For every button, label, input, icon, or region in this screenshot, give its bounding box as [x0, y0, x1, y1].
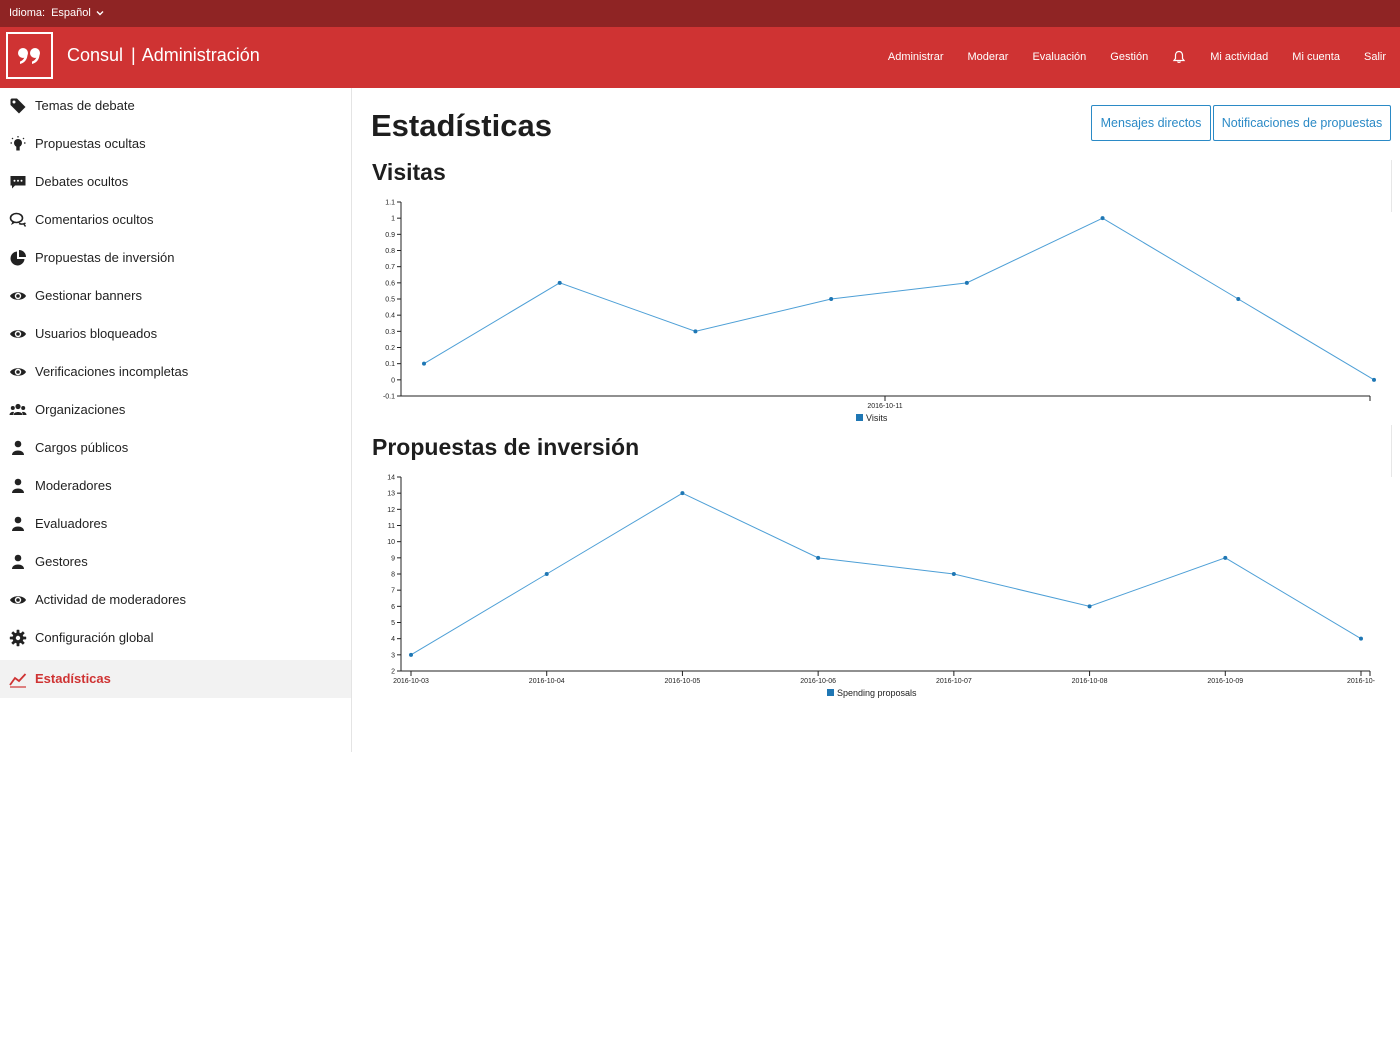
spending-y-tick-label: 10 — [387, 539, 395, 546]
spending-data-point — [409, 652, 413, 657]
visits-y-tick-label: 1.1 — [385, 200, 395, 207]
visits-y-tick-label: 1 — [391, 216, 395, 223]
visits-y-tick-label: 0 — [391, 377, 395, 384]
charts-canvas: -0.1 0 0.1 0.2 0.3 0.4 0.5 0.6 0.7 0.8 0.9 1 1.1 2016… — [383, 200, 1376, 698]
visits-y-tick-label: 0.7 — [385, 264, 395, 271]
spending-legend-swatch — [827, 689, 834, 696]
spending-y-tick-label: 2 — [391, 669, 395, 676]
visits-y-tick-label: 0.4 — [385, 313, 395, 320]
spending-series-line — [410, 492, 1362, 656]
spending-x-tick-label: 2016-10-05 — [665, 678, 701, 685]
spending-legend-label: Spending proposals — [837, 688, 917, 698]
spending-data-point — [1359, 636, 1363, 641]
visits-y-tick-label: -0.1 — [383, 394, 395, 401]
spending-y-tick-label: 6 — [391, 604, 395, 611]
spending-y-tick-label: 3 — [391, 652, 395, 659]
spending-data-point — [816, 555, 821, 560]
spending-y-tick-label: 9 — [391, 555, 395, 562]
visits-y-tick-label: 0.3 — [385, 329, 395, 336]
spending-x-tick-label: 2016-10-07 — [936, 678, 972, 685]
visits-data-point — [829, 297, 834, 301]
visits-series-line — [423, 217, 1375, 381]
visits-y-tick-label: 0.6 — [385, 280, 395, 287]
spending-y-tick-label: 11 — [388, 523, 395, 530]
spending-x-tick-label: 2016-10-04 — [529, 678, 565, 685]
visits-legend-label: Visits — [866, 413, 888, 423]
visits-data-point — [693, 329, 698, 334]
visits-y-tick-label: 0.5 — [385, 297, 395, 304]
visits-data-point — [557, 280, 562, 285]
visits-x-tick-label: 2016-10-11 — [867, 403, 902, 410]
spending-data-point — [1087, 604, 1092, 609]
spending-x-tick-label: 2016-10-09 — [1207, 678, 1243, 685]
spending-y-tick-label: 8 — [391, 572, 395, 579]
spending-x-tick-label: 2016-10- — [1347, 678, 1376, 685]
visits-y-tick-label: 0.8 — [385, 248, 395, 255]
visits-y-tick-label: 0.2 — [385, 345, 395, 352]
spending-y-tick-label: 12 — [387, 507, 395, 514]
spending-x-tick-label: 2016-10-08 — [1072, 678, 1108, 685]
spending-x-tick-label: 2016-10-03 — [393, 678, 429, 685]
visits-data-point — [1100, 216, 1105, 221]
spending-x-tick-label: 2016-10-06 — [800, 678, 836, 685]
spending-data-point — [680, 491, 685, 496]
spending-data-point — [544, 572, 549, 576]
spending-data-point — [951, 572, 956, 576]
spending-y-tick-label: 4 — [391, 636, 395, 643]
visits-data-point — [1372, 377, 1376, 382]
spending-y-tick-label: 14 — [387, 475, 395, 482]
spending-y-tick-label: 13 — [387, 491, 395, 498]
spending-y-tick-label: 7 — [391, 588, 395, 595]
spending-data-point — [1223, 555, 1228, 560]
visits-data-point — [964, 280, 969, 285]
visits-legend-swatch — [856, 414, 863, 421]
spending-y-tick-label: 5 — [391, 620, 395, 627]
visits-y-tick-label: 0.9 — [385, 232, 395, 239]
visits-y-tick-label: 0.1 — [385, 361, 395, 368]
visits-data-point — [422, 361, 426, 366]
visits-data-point — [1236, 297, 1241, 301]
